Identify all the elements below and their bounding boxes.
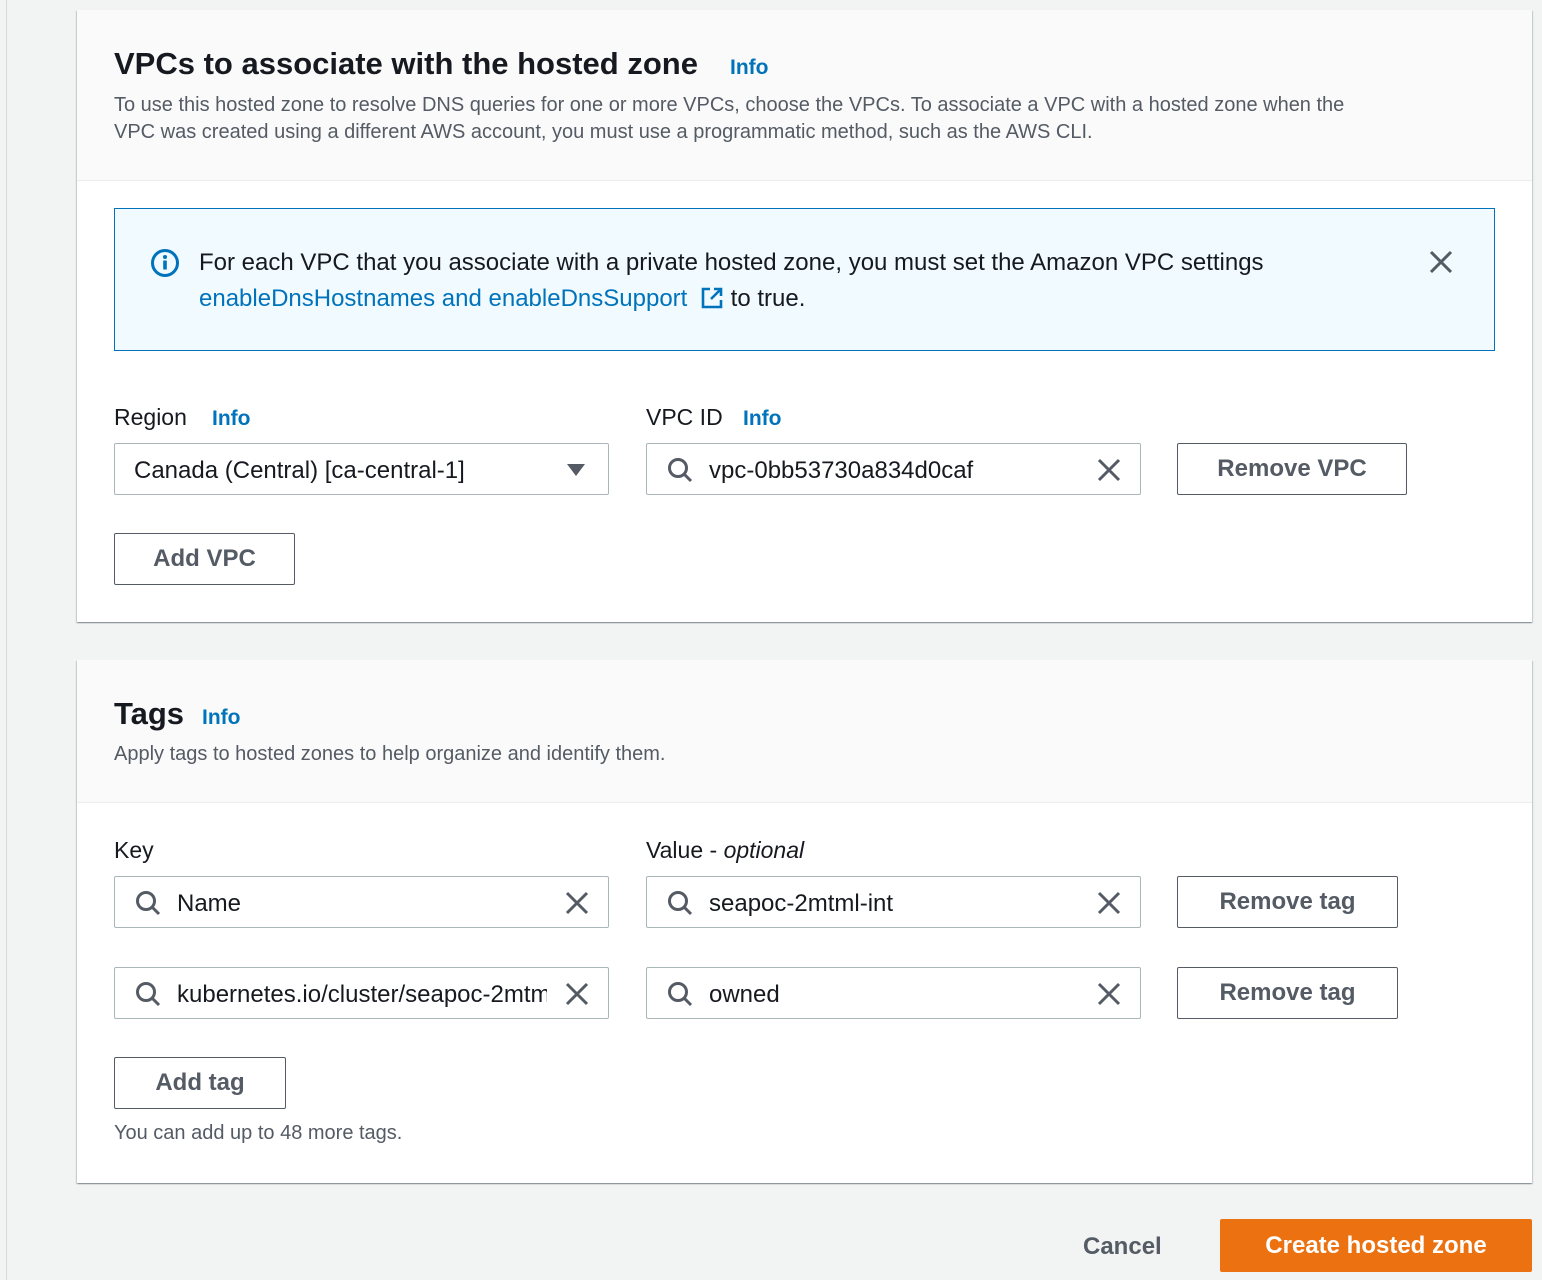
clear-icon[interactable] xyxy=(1096,981,1122,1007)
vpc-section-description-line1: To use this hosted zone to resolve DNS q… xyxy=(114,94,1345,116)
alert-text: For each VPC that you associate with a p… xyxy=(199,249,1264,276)
tag-value-input[interactable]: owned xyxy=(646,967,1141,1019)
vpc-panel-header: VPCs to associate with the hosted zone I… xyxy=(77,10,1532,181)
tag-value-label: Value - optional xyxy=(646,837,804,864)
tag-key-value: kubernetes.io/cluster/seapoc-2mtml xyxy=(177,981,547,1008)
add-vpc-button[interactable]: Add VPC xyxy=(114,533,295,585)
tags-section-title: Tags xyxy=(114,696,185,731)
tag-value-input[interactable]: seapoc-2mtml-int xyxy=(646,876,1141,928)
remove-vpc-button[interactable]: Remove VPC xyxy=(1177,443,1407,495)
vpc-id-value: vpc-0bb53730a834d0caf xyxy=(709,457,974,484)
region-label: Region xyxy=(114,404,187,430)
close-icon[interactable] xyxy=(1428,249,1454,275)
info-alert: For each VPC that you associate with a p… xyxy=(114,208,1495,351)
clear-icon[interactable] xyxy=(1096,890,1122,916)
vpc-id-autosuggest[interactable]: vpc-0bb53730a834d0caf xyxy=(646,443,1141,495)
tag-value-value: owned xyxy=(709,981,780,1008)
tags-section-info-link[interactable]: Info xyxy=(202,706,240,730)
add-tag-button[interactable]: Add tag xyxy=(114,1057,286,1109)
tags-panel-header: Tags Info Apply tags to hosted zones to … xyxy=(77,660,1532,803)
caret-down-icon xyxy=(567,464,585,476)
region-select-value: Canada (Central) [ca-central-1] xyxy=(134,457,465,484)
clear-icon[interactable] xyxy=(1096,457,1122,483)
vpc-association-panel: VPCs to associate with the hosted zone I… xyxy=(77,10,1532,622)
tags-section-description: Apply tags to hosted zones to help organ… xyxy=(114,743,666,765)
tags-limit-hint: You can add up to 48 more tags. xyxy=(114,1122,403,1144)
region-select[interactable]: Canada (Central) [ca-central-1] xyxy=(114,443,609,495)
remove-tag-button[interactable]: Remove tag xyxy=(1177,876,1398,928)
vpc-dns-settings-link[interactable]: enableDnsHostnames and enableDnsSupport xyxy=(199,285,724,312)
vpc-section-description-line2: VPC was created using a different AWS ac… xyxy=(114,121,1093,143)
clear-icon[interactable] xyxy=(564,981,590,1007)
vpc-dns-settings-link-text[interactable]: enableDnsHostnames and enableDnsSupport xyxy=(199,285,687,312)
page-left-border xyxy=(6,0,7,1280)
vpc-id-info-link[interactable]: Info xyxy=(743,407,781,431)
vpc-id-label: VPC ID xyxy=(646,404,723,430)
search-icon xyxy=(668,982,693,1007)
alert-message: For each VPC that you associate with a p… xyxy=(199,245,1379,317)
region-info-link[interactable]: Info xyxy=(212,407,250,431)
vpc-section-info-link[interactable]: Info xyxy=(730,56,768,80)
external-link-icon xyxy=(701,287,723,309)
tag-value-optional: optional xyxy=(723,837,805,863)
info-icon xyxy=(151,249,179,277)
search-icon xyxy=(668,458,693,483)
tag-key-label: Key xyxy=(114,837,154,863)
tag-value-label-text: Value - xyxy=(646,837,724,863)
create-hosted-zone-button[interactable]: Create hosted zone xyxy=(1220,1219,1532,1272)
tag-key-input[interactable]: Name xyxy=(114,876,609,928)
cancel-button[interactable]: Cancel xyxy=(1083,1233,1162,1261)
search-icon xyxy=(136,982,161,1007)
tags-panel: Tags Info Apply tags to hosted zones to … xyxy=(77,660,1532,1183)
tag-value-value: seapoc-2mtml-int xyxy=(709,890,894,917)
tag-key-input[interactable]: kubernetes.io/cluster/seapoc-2mtml xyxy=(114,967,609,1019)
tag-key-value: Name xyxy=(177,890,242,917)
alert-text-end: to true. xyxy=(724,285,806,312)
search-icon xyxy=(136,891,161,916)
remove-tag-button[interactable]: Remove tag xyxy=(1177,967,1398,1019)
clear-icon[interactable] xyxy=(564,890,590,916)
vpc-section-title: VPCs to associate with the hosted zone xyxy=(114,46,698,81)
search-icon xyxy=(668,891,693,916)
